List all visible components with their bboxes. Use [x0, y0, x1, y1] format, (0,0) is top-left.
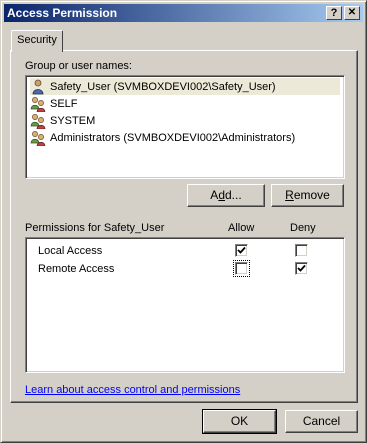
group-icon — [30, 130, 46, 146]
add-label-post: d... — [225, 188, 242, 202]
group-label-text: Group or user names: — [25, 60, 132, 72]
permission-name-local-access: Local Access — [38, 245, 103, 257]
deny-local-access-checkbox[interactable] — [295, 244, 308, 257]
check-mark-icon — [297, 264, 306, 272]
group-icon — [30, 96, 46, 112]
remove-label-accel: R — [285, 188, 294, 202]
user-icon — [30, 79, 46, 95]
group-icon — [30, 113, 46, 129]
title-bar[interactable]: Access Permission ? ✕ — [4, 4, 363, 22]
list-item-label: Administrators (SVMBOXDEVI002\Administra… — [50, 131, 296, 144]
list-item-label: SYSTEM — [50, 114, 96, 127]
permissions-for-label: Permissions for Safety_User — [25, 222, 165, 234]
permission-name-remote-access: Remote Access — [38, 263, 115, 275]
allow-local-access-checkbox[interactable] — [235, 244, 248, 257]
group-or-user-names-list[interactable]: Safety_User (SVMBOXDEVI002\Safety_User) … — [25, 75, 345, 179]
deny-header: Deny — [290, 222, 316, 234]
list-item-safety-user[interactable]: Safety_User (SVMBOXDEVI002\Safety_User) — [30, 78, 340, 95]
list-item-label: SELF — [50, 97, 78, 110]
allow-header: Allow — [228, 222, 255, 234]
permissions-list: Local Access Remote Access — [25, 237, 345, 373]
deny-remote-access-checkbox[interactable] — [295, 262, 308, 275]
remove-button[interactable]: Remove — [271, 184, 344, 207]
close-button[interactable]: ✕ — [344, 6, 360, 20]
tab-security-label: Security — [17, 34, 57, 46]
remove-label-post: emove — [293, 188, 330, 202]
tab-security[interactable]: Security — [11, 30, 63, 52]
group-or-user-names-label: Group or user names: — [25, 60, 132, 72]
help-button[interactable]: ? — [326, 6, 342, 20]
learn-access-control-link[interactable]: Learn about access control and permissio… — [25, 384, 240, 396]
list-item-label: Safety_User (SVMBOXDEVI002\Safety_User) — [50, 80, 276, 93]
ok-button[interactable]: OK — [202, 409, 277, 434]
allow-remote-access-checkbox[interactable] — [233, 260, 250, 277]
list-item-system[interactable]: SYSTEM — [30, 112, 340, 129]
list-item-self[interactable]: SELF — [30, 95, 340, 112]
list-item-administrators[interactable]: Administrators (SVMBOXDEVI002\Administra… — [30, 129, 340, 146]
check-mark-icon — [237, 246, 246, 254]
add-label-accel: d — [218, 188, 225, 202]
cancel-button[interactable]: Cancel — [285, 410, 358, 433]
access-permission-dialog: Access Permission ? ✕ Security Group or … — [0, 0, 367, 443]
add-button[interactable]: Add... — [187, 184, 265, 207]
window-title: Access Permission — [7, 6, 118, 20]
